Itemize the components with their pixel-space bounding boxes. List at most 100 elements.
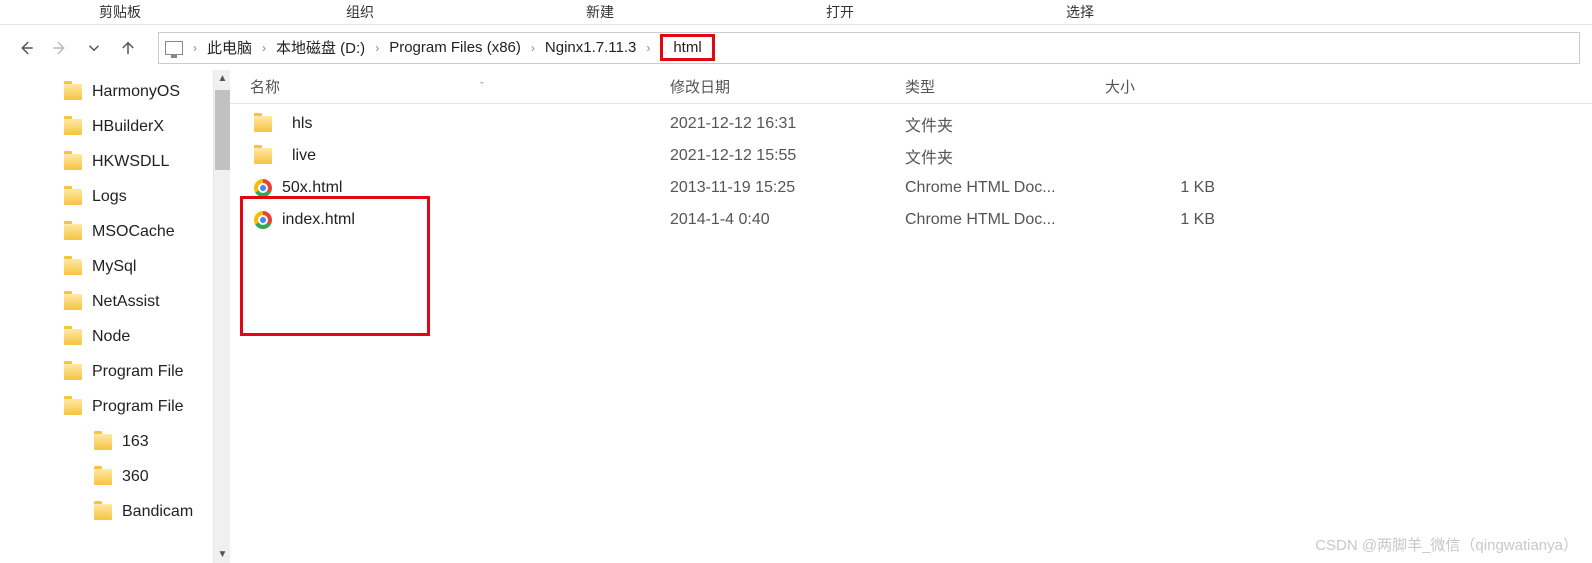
scroll-up-button[interactable]: ▲: [214, 70, 230, 87]
ribbon-categories: 剪贴板 组织 新建 打开 选择: [0, 0, 1592, 25]
folder-icon: [64, 294, 82, 310]
folder-icon: [94, 504, 112, 520]
folder-icon: [64, 329, 82, 345]
file-row[interactable]: hls2021-12-12 16:31文件夹: [230, 108, 1592, 140]
folder-icon: [64, 84, 82, 100]
file-type-cell: 文件夹: [905, 144, 1105, 168]
sidebar-scrollbar[interactable]: ▲ ▼: [213, 70, 230, 563]
breadcrumb-item-nginx[interactable]: Nginx1.7.11.3: [541, 37, 640, 58]
file-modified-cell: 2021-12-12 15:55: [670, 147, 905, 165]
sidebar-item[interactable]: MySql: [0, 249, 230, 284]
sidebar-item-label: HBuilderX: [92, 118, 164, 136]
file-name-cell: index.html: [230, 211, 670, 229]
folder-icon: [94, 469, 112, 485]
sidebar-item[interactable]: MSOCache: [0, 214, 230, 249]
sidebar-item-label: NetAssist: [92, 293, 160, 311]
sidebar-item-label: Program File: [92, 398, 184, 416]
folder-icon: [64, 364, 82, 380]
ribbon-cat-new[interactable]: 新建: [480, 0, 720, 24]
breadcrumb-item-pc[interactable]: 此电脑: [203, 35, 256, 60]
column-modified[interactable]: 修改日期: [670, 76, 905, 97]
file-name-label: hls: [292, 115, 312, 133]
column-type[interactable]: 类型: [905, 76, 1105, 97]
arrow-left-icon: [17, 39, 35, 57]
sidebar-item-label: HKWSDLL: [92, 153, 169, 171]
folder-icon: [254, 116, 272, 132]
sidebar-item[interactable]: HBuilderX: [0, 109, 230, 144]
sidebar-item[interactable]: Node: [0, 319, 230, 354]
chrome-icon: [254, 179, 272, 197]
file-type-cell: Chrome HTML Doc...: [905, 179, 1105, 197]
pc-icon: [165, 41, 183, 55]
file-row[interactable]: live 2021-12-12 15:55文件夹: [230, 140, 1592, 172]
sidebar-item-label: 360: [122, 468, 149, 486]
ribbon-cat-select[interactable]: 选择: [960, 0, 1200, 24]
file-type-cell: 文件夹: [905, 112, 1105, 136]
file-type-cell: Chrome HTML Doc...: [905, 211, 1105, 229]
sidebar: HarmonyOS HBuilderX HKWSDLL Logs MSOCache MyS…: [0, 70, 230, 563]
column-headers: 名称 ˇ 修改日期 类型 大小: [230, 70, 1592, 104]
sidebar-item-label: 163: [122, 433, 149, 451]
sidebar-item[interactable]: Program File: [0, 389, 230, 424]
breadcrumb[interactable]: › 此电脑 › 本地磁盘 (D:) › Program Files (x86) …: [158, 32, 1580, 64]
column-name[interactable]: 名称 ˇ: [230, 76, 670, 97]
folder-icon: [64, 154, 82, 170]
chevron-down-icon: [85, 39, 103, 57]
forward-button[interactable]: [46, 34, 74, 62]
sidebar-item[interactable]: HKWSDLL: [0, 144, 230, 179]
up-button[interactable]: [114, 34, 142, 62]
column-name-label: 名称: [250, 76, 280, 97]
sidebar-item-label: MSOCache: [92, 223, 175, 241]
sidebar-item[interactable]: NetAssist: [0, 284, 230, 319]
chrome-icon: [254, 211, 272, 229]
file-size-cell: 1 KB: [1105, 211, 1255, 229]
scrollbar-thumb[interactable]: [215, 90, 230, 170]
sidebar-item[interactable]: 360: [0, 459, 230, 494]
sidebar-item[interactable]: Bandicam: [0, 494, 230, 529]
breadcrumb-item-html[interactable]: html: [660, 34, 714, 61]
sidebar-item[interactable]: Program File: [0, 354, 230, 389]
file-pane: 名称 ˇ 修改日期 类型 大小 hls2021-12-12 16:31文件夹li…: [230, 70, 1592, 563]
breadcrumb-item-disk[interactable]: 本地磁盘 (D:): [272, 35, 369, 60]
file-row[interactable]: 50x.html 2013-11-19 15:25Chrome HTML Doc.…: [230, 172, 1592, 204]
nav-row: › 此电脑 › 本地磁盘 (D:) › Program Files (x86) …: [0, 25, 1592, 70]
ribbon-cat-organize[interactable]: 组织: [240, 0, 480, 24]
chevron-right-icon: ›: [193, 41, 197, 55]
folder-icon: [64, 399, 82, 415]
folder-icon: [254, 148, 272, 164]
file-modified-cell: 2014-1-4 0:40: [670, 211, 905, 229]
sidebar-item-label: MySql: [92, 258, 136, 276]
ribbon-cat-open[interactable]: 打开: [720, 0, 960, 24]
folder-icon: [64, 119, 82, 135]
folder-icon: [64, 189, 82, 205]
back-button[interactable]: [12, 34, 40, 62]
file-modified-cell: 2013-11-19 15:25: [670, 179, 905, 197]
folder-icon: [64, 259, 82, 275]
folder-icon: [64, 224, 82, 240]
arrow-up-icon: [119, 39, 137, 57]
file-name-cell: live: [230, 147, 670, 165]
watermark: CSDN @两脚羊_微信（qingwatianya）: [1315, 534, 1578, 555]
ribbon-cat-clipboard[interactable]: 剪贴板: [0, 0, 240, 24]
file-row[interactable]: index.html2014-1-4 0:40Chrome HTML Doc..…: [230, 204, 1592, 236]
chevron-right-icon: ›: [375, 41, 379, 55]
sidebar-item-label: Bandicam: [122, 503, 193, 521]
scroll-down-button[interactable]: ▼: [214, 546, 230, 563]
file-name-cell: 50x.html: [230, 179, 670, 197]
content-row: HarmonyOS HBuilderX HKWSDLL Logs MSOCache MyS…: [0, 70, 1592, 563]
sidebar-item[interactable]: HarmonyOS: [0, 74, 230, 109]
arrow-right-icon: [51, 39, 69, 57]
file-name-cell: hls: [230, 115, 670, 133]
breadcrumb-item-progfiles[interactable]: Program Files (x86): [385, 37, 525, 58]
file-size-cell: 1 KB: [1105, 179, 1255, 197]
sort-indicator-icon: ˇ: [480, 81, 484, 93]
recent-dropdown[interactable]: [80, 34, 108, 62]
file-name-label: live: [292, 147, 316, 165]
sidebar-item[interactable]: 163: [0, 424, 230, 459]
file-name-label: 50x.html: [282, 179, 342, 197]
sidebar-item-label: Program File: [92, 363, 184, 381]
chevron-right-icon: ›: [262, 41, 266, 55]
sidebar-item[interactable]: Logs: [0, 179, 230, 214]
column-size[interactable]: 大小: [1105, 76, 1255, 97]
sidebar-item-label: Node: [92, 328, 130, 346]
